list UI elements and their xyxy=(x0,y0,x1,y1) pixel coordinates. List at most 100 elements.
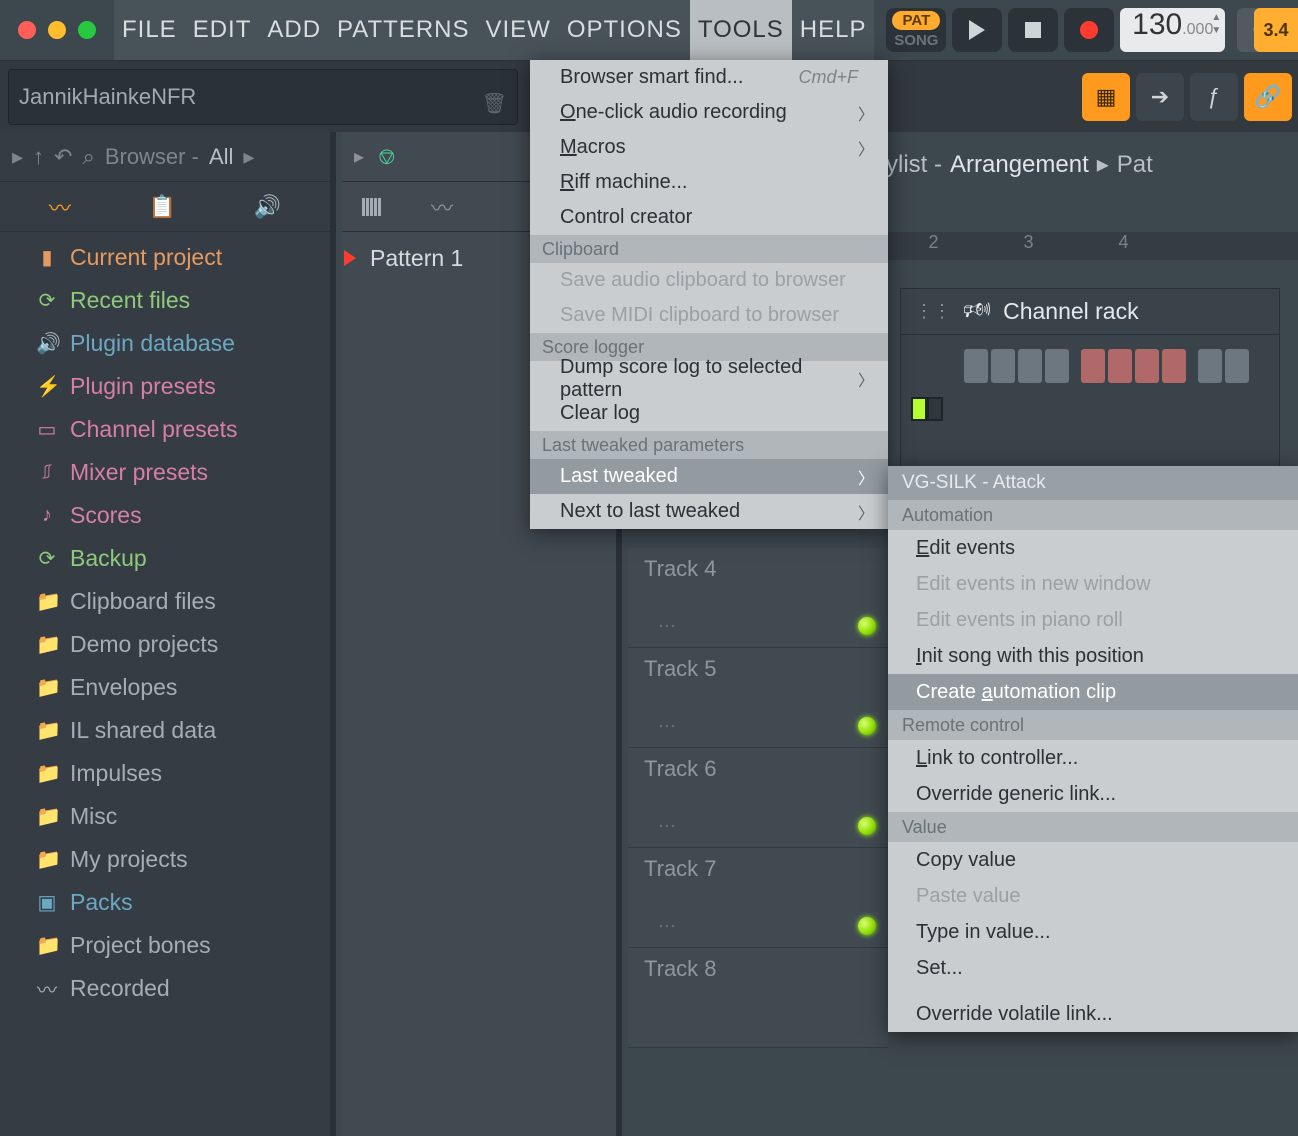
step-button[interactable] xyxy=(1162,349,1186,383)
chevron-right-icon[interactable]: ▸ xyxy=(243,144,254,170)
menu-add[interactable]: ADD xyxy=(259,0,329,60)
waveform-icon[interactable]: 〰 xyxy=(431,191,453,223)
submenu-link-to-controller[interactable]: Link to controller... xyxy=(888,740,1298,776)
step-button[interactable] xyxy=(991,349,1015,383)
browser-item-my-projects[interactable]: 📁My projects xyxy=(0,838,330,881)
copy-icon[interactable]: 📋 xyxy=(149,194,176,220)
browser-item-packs[interactable]: ▣Packs xyxy=(0,881,330,924)
play-button[interactable] xyxy=(952,8,1002,52)
step-button[interactable] xyxy=(1018,349,1042,383)
browser-item-impulses[interactable]: 📁Impulses xyxy=(0,752,330,795)
menu-one-click-recording[interactable]: One-click audio recording〉 xyxy=(530,95,888,130)
submenu-override-volatile-link[interactable]: Override volatile link... xyxy=(888,996,1298,1032)
step-button[interactable] xyxy=(1108,349,1132,383)
track-led-icon[interactable] xyxy=(858,817,876,835)
brush-button[interactable]: ƒ xyxy=(1190,73,1238,121)
trash-icon[interactable]: 🗑 xyxy=(482,91,507,116)
step-button[interactable] xyxy=(1198,349,1222,383)
timeline-ruler[interactable]: 2 3 4 xyxy=(886,232,1298,260)
menu-dump-score-log[interactable]: Dump score log to selected pattern〉 xyxy=(530,361,888,396)
refresh-icon: ⟳ xyxy=(36,288,58,313)
menu-riff-machine[interactable]: Riff machine... xyxy=(530,165,888,200)
browser-item-envelopes[interactable]: 📁Envelopes xyxy=(0,666,330,709)
track-led-icon[interactable] xyxy=(858,717,876,735)
stop-button[interactable] xyxy=(1008,8,1058,52)
browser-item-channel-presets[interactable]: ▭Channel presets xyxy=(0,408,330,451)
piano-icon[interactable] xyxy=(362,198,381,216)
chevron-right-icon[interactable]: ▸ xyxy=(354,144,364,169)
arrow-button[interactable]: ➔ xyxy=(1136,73,1184,121)
track-led-icon[interactable] xyxy=(858,617,876,635)
menu-control-creator[interactable]: Control creator xyxy=(530,200,888,235)
browser-item-project-bones[interactable]: 📁Project bones xyxy=(0,924,330,967)
maximize-button[interactable] xyxy=(78,21,96,39)
link-button[interactable]: 🔗 xyxy=(1244,73,1292,121)
track-row[interactable]: Track 7 ⋯ xyxy=(628,848,888,948)
track-row[interactable]: Track 5 ⋯ xyxy=(628,648,888,748)
menu-next-to-last-tweaked[interactable]: Next to last tweaked〉 xyxy=(530,494,888,529)
playlist-button[interactable]: ▦ xyxy=(1082,73,1130,121)
channel-rack-header[interactable]: ⋮⋮ 🕬 Channel rack xyxy=(901,289,1279,335)
search-icon[interactable]: ⌕ xyxy=(82,144,94,170)
drag-handle-icon[interactable]: ⋮⋮ xyxy=(915,301,951,322)
menu-view[interactable]: VIEW xyxy=(477,0,558,60)
track-row[interactable]: Track 8 xyxy=(628,948,888,1048)
channel-rack-window[interactable]: ⋮⋮ 🕬 Channel rack xyxy=(900,288,1280,468)
arrow-up-icon[interactable]: ↑ xyxy=(33,144,44,170)
close-button[interactable] xyxy=(18,21,36,39)
folder-icon: 📁 xyxy=(36,675,58,700)
pat-song-toggle[interactable]: PAT SONG xyxy=(886,8,946,52)
menu-macros[interactable]: Macros〉 xyxy=(530,130,888,165)
tempo-stepper[interactable]: ▲▼ xyxy=(1211,12,1221,36)
chevron-right-icon[interactable]: ▸ xyxy=(12,144,23,170)
submenu-type-in-value[interactable]: Type in value... xyxy=(888,914,1298,950)
minimize-button[interactable] xyxy=(48,21,66,39)
menu-tools[interactable]: TOOLS xyxy=(690,0,792,60)
menu-clear-log[interactable]: Clear log xyxy=(530,396,888,431)
browser-item-il-shared-data[interactable]: 📁IL shared data xyxy=(0,709,330,752)
browser-item-mixer-presets[interactable]: ⎎Mixer presets xyxy=(0,451,330,494)
step-button[interactable] xyxy=(1045,349,1069,383)
record-button[interactable] xyxy=(1064,8,1114,52)
menu-options[interactable]: OPTIONS xyxy=(559,0,690,60)
browser-item-recent-files[interactable]: ⟳Recent files xyxy=(0,279,330,322)
browser-item-demo-projects[interactable]: 📁Demo projects xyxy=(0,623,330,666)
more-icon[interactable]: ⋯ xyxy=(658,716,676,737)
submenu-override-generic-link[interactable]: Override generic link... xyxy=(888,776,1298,812)
tempo-display[interactable]: 130 .000 ▲▼ xyxy=(1120,8,1225,52)
browser-item-plugin-database[interactable]: 🔊Plugin database xyxy=(0,322,330,365)
submenu-paste-value: Paste value xyxy=(888,878,1298,914)
menu-patterns[interactable]: PATTERNS xyxy=(329,0,477,60)
track-row[interactable]: Track 4 ⋯ xyxy=(628,548,888,648)
step-button[interactable] xyxy=(1081,349,1105,383)
browser-item-backup[interactable]: ⟳Backup xyxy=(0,537,330,580)
submenu-copy-value[interactable]: Copy value xyxy=(888,842,1298,878)
submenu-set[interactable]: Set... xyxy=(888,950,1298,986)
menu-smart-find[interactable]: Browser smart find... Cmd+F xyxy=(530,60,888,95)
browser-item-scores[interactable]: ♪Scores xyxy=(0,494,330,537)
browser-item-clipboard-files[interactable]: 📁Clipboard files xyxy=(0,580,330,623)
browser-item-recorded[interactable]: 〰Recorded xyxy=(0,967,330,1010)
browser-item-plugin-presets[interactable]: ⚡Plugin presets xyxy=(0,365,330,408)
magnet-icon[interactable]: ⎊ xyxy=(378,144,396,170)
browser-item-misc[interactable]: 📁Misc xyxy=(0,795,330,838)
menu-edit[interactable]: EDIT xyxy=(185,0,260,60)
submenu-create-automation-clip[interactable]: Create automation clip xyxy=(888,674,1298,710)
more-icon[interactable]: ⋯ xyxy=(658,816,676,837)
more-icon[interactable]: ⋯ xyxy=(658,916,676,937)
menu-last-tweaked[interactable]: Last tweaked〉 xyxy=(530,459,888,494)
undo-icon[interactable]: ↶ xyxy=(54,144,72,170)
menu-help[interactable]: HELP xyxy=(792,0,875,60)
submenu-init-song[interactable]: Init song with this position xyxy=(888,638,1298,674)
step-button[interactable] xyxy=(964,349,988,383)
browser-item-current-project[interactable]: ▮Current project xyxy=(0,236,330,279)
step-button[interactable] xyxy=(1135,349,1159,383)
submenu-edit-events[interactable]: Edit events xyxy=(888,530,1298,566)
step-button[interactable] xyxy=(1225,349,1249,383)
speaker-icon[interactable]: 🔊 xyxy=(254,194,281,220)
track-led-icon[interactable] xyxy=(858,917,876,935)
more-icon[interactable]: ⋯ xyxy=(658,616,676,637)
menu-file[interactable]: FILE xyxy=(114,0,185,60)
track-row[interactable]: Track 6 ⋯ xyxy=(628,748,888,848)
waveform-icon[interactable]: 〰 xyxy=(49,191,71,223)
